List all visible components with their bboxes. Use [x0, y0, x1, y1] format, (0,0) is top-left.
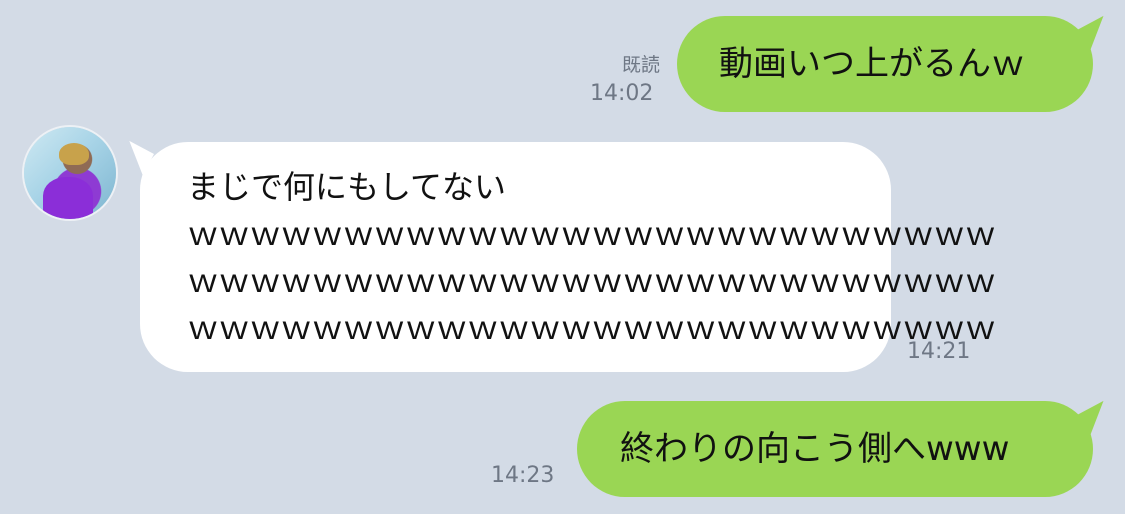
bubble-tail — [1077, 400, 1116, 438]
message-line: ｗｗｗｗｗｗｗｗｗｗｗｗｗｗｗｗｗｗｗｗｗｗｗｗｗｗ — [187, 309, 997, 347]
message-timestamp: 14:23 — [491, 463, 555, 488]
message-line: まじで何にもしてない — [187, 168, 507, 206]
message-text: 動画いつ上がるんｗ — [719, 43, 1025, 84]
message-text: まじで何にもしてない ｗｗｗｗｗｗｗｗｗｗｗｗｗｗｗｗｗｗｗｗｗｗｗｗｗｗ ｗｗ… — [187, 164, 997, 352]
message-timestamp: 14:02 — [590, 81, 654, 106]
sent-message-bubble[interactable]: 動画いつ上がるんｗ — [677, 15, 1116, 112]
received-message-bubble[interactable]: まじで何にもしてない ｗｗｗｗｗｗｗｗｗｗｗｗｗｗｗｗｗｗｗｗｗｗｗｗｗｗ ｗｗ… — [118, 140, 997, 372]
message-line: ｗｗｗｗｗｗｗｗｗｗｗｗｗｗｗｗｗｗｗｗｗｗｗｗｗｗ — [187, 215, 997, 253]
bubble-tail — [1077, 15, 1116, 53]
sent-message-bubble[interactable]: 終わりの向こう側へwww — [577, 400, 1116, 497]
read-receipt: 既読 — [621, 54, 660, 76]
message-timestamp: 14:21 — [907, 339, 971, 364]
chat-view: 既読 14:02 動画いつ上がるんｗ まじで何にもしてない ｗｗｗｗｗｗｗｗｗｗ… — [0, 0, 1125, 514]
message-line: ｗｗｗｗｗｗｗｗｗｗｗｗｗｗｗｗｗｗｗｗｗｗｗｗｗｗ — [187, 262, 997, 300]
message-text: 終わりの向こう側へwww — [620, 428, 1010, 469]
avatar[interactable] — [24, 127, 116, 219]
bubble-tail — [118, 140, 154, 176]
